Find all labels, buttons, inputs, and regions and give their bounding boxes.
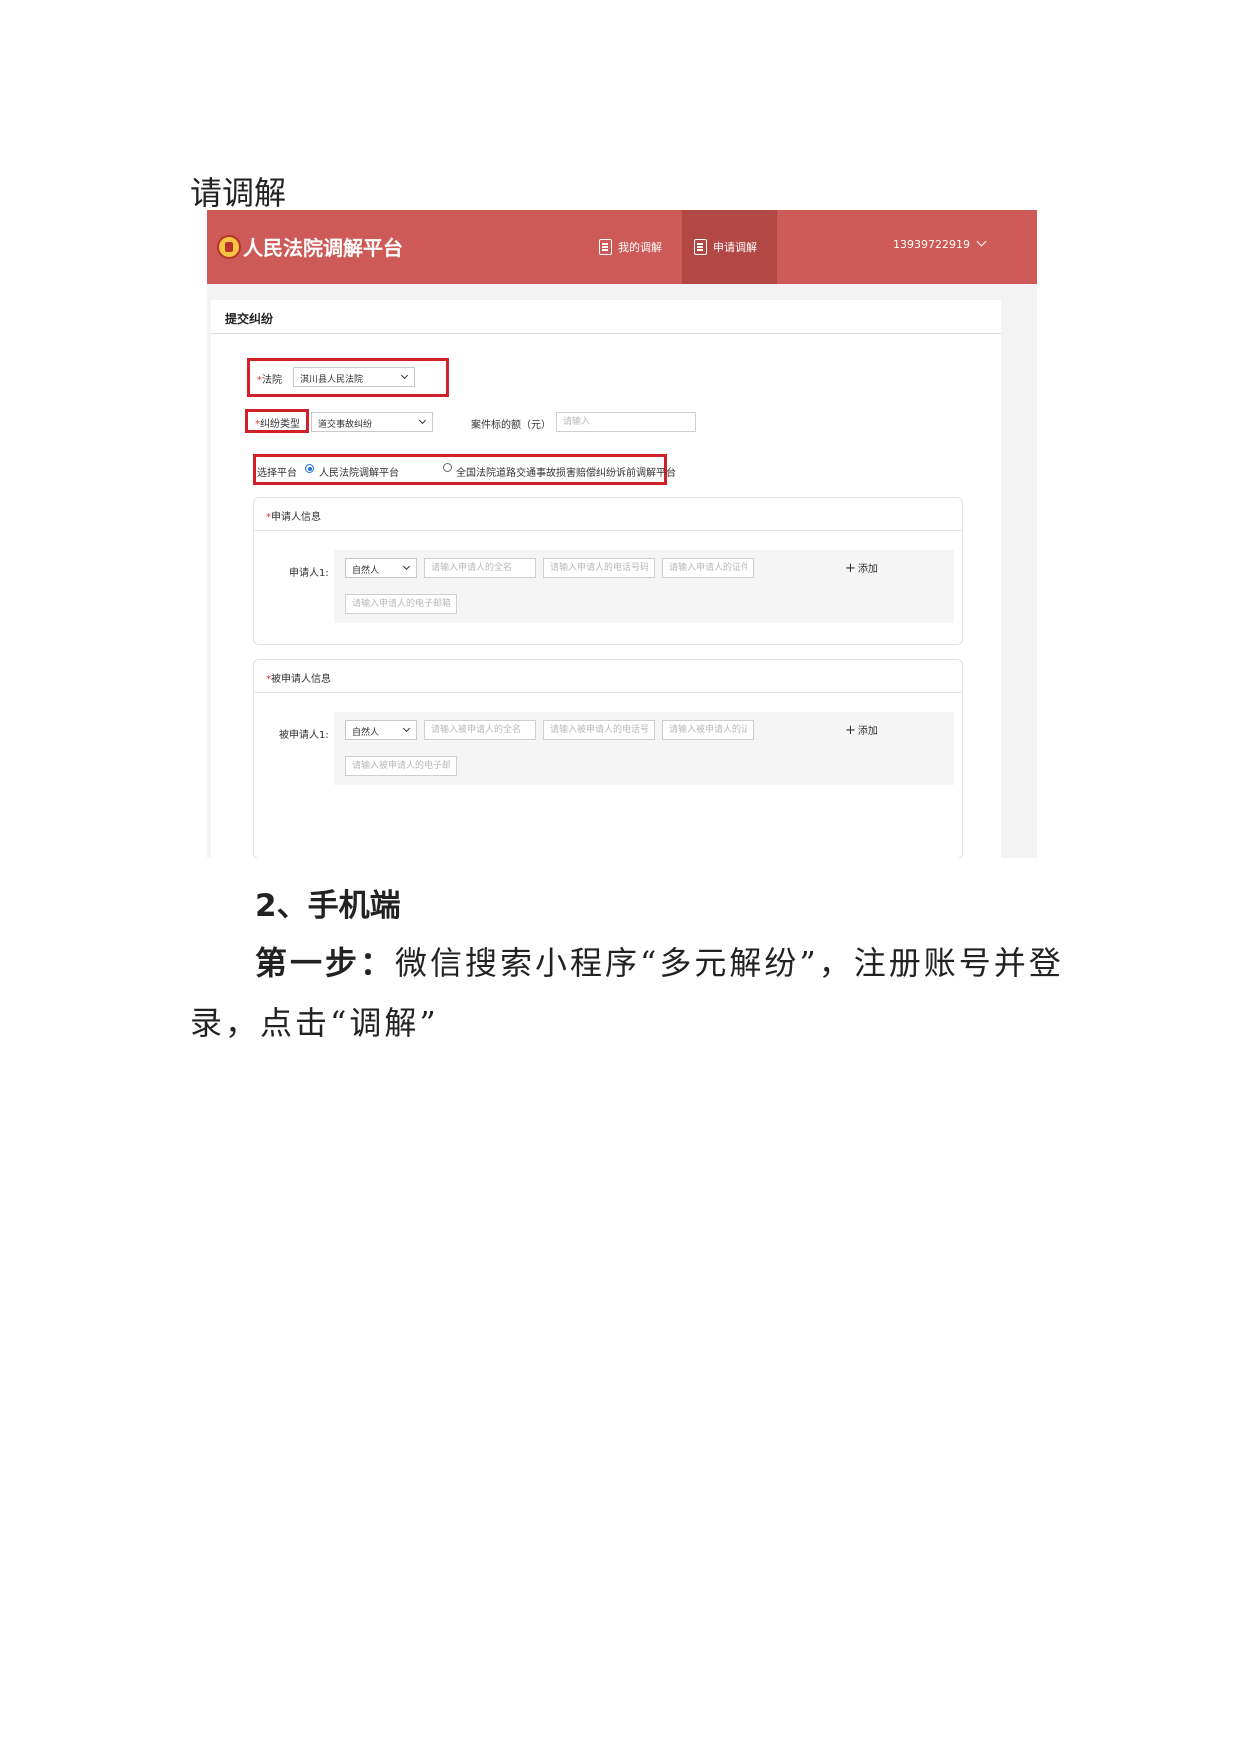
court-select[interactable]: 淇川县人民法院 <box>293 367 415 387</box>
applicant-name-input[interactable] <box>424 558 536 578</box>
respondent-title: *被申请人信息 <box>266 674 331 685</box>
divider <box>254 530 962 531</box>
applicant-type-select[interactable]: 自然人 <box>345 558 417 578</box>
top-nav-bar: 人民法院调解平台 我的调解 申请调解 13939722919 <box>207 210 1037 284</box>
app-screenshot: 人民法院调解平台 我的调解 申请调解 13939722919 提交纠纷 *法院 … <box>207 210 1037 858</box>
plus-icon: + <box>845 561 856 576</box>
applicant-card: *申请人信息 申请人1: 自然人 +添加 <box>253 497 963 645</box>
dispute-type-select[interactable]: 道交事故纠纷 <box>311 412 433 432</box>
platform-label: 选择平台 <box>257 468 297 479</box>
applicant-title: *申请人信息 <box>266 512 321 523</box>
chevron-down-icon <box>976 236 987 247</box>
applicant-row-label: 申请人1: <box>289 568 329 579</box>
type-label: *纠纷类型 <box>255 419 300 430</box>
applicant-email-input[interactable] <box>345 594 457 614</box>
step1-label: 第一步： <box>255 944 396 982</box>
user-phone: 13939722919 <box>893 238 970 251</box>
respondent-add-button[interactable]: + 添加 <box>845 722 878 738</box>
section-heading-mobile: 2、手机端 <box>255 888 401 924</box>
applicant-add-button[interactable]: + 添加 <box>845 560 878 576</box>
user-menu[interactable]: 13939722919 <box>893 236 987 251</box>
court-emblem-icon <box>217 235 241 259</box>
court-label: *法院 <box>257 375 282 386</box>
respondent-card: *被申请人信息 被申请人1: 自然人 +添加 <box>253 659 963 858</box>
step1-continuation: 录，点击“调解” <box>190 1004 439 1042</box>
submit-dispute-panel: 提交纠纷 *法院 淇川县人民法院 *纠纷类型 道交事故纠纷 案件标的额（元） 选… <box>211 300 1001 858</box>
amount-label: 案件标的额（元） <box>471 420 551 431</box>
respondent-row-label: 被申请人1: <box>279 730 329 741</box>
respondent-name-input[interactable] <box>424 720 536 740</box>
amount-input[interactable] <box>556 412 696 432</box>
panel-title: 提交纠纷 <box>225 312 274 326</box>
divider <box>211 333 1001 334</box>
respondent-id-input[interactable] <box>662 720 754 740</box>
respondent-row: 自然人 +添加 <box>334 712 954 785</box>
applicant-id-input[interactable] <box>662 558 754 578</box>
platform-option-2[interactable]: 全国法院道路交通事故损害赔偿纠纷诉前调解平台 <box>456 464 676 479</box>
divider <box>254 692 962 693</box>
nav-apply-mediation[interactable]: 申请调解 <box>682 210 777 284</box>
plus-icon: + <box>845 723 856 738</box>
applicant-phone-input[interactable] <box>543 558 655 578</box>
nav-my-mediation-label: 我的调解 <box>618 241 662 254</box>
radio-platform-1[interactable] <box>305 464 314 473</box>
radio-platform-2[interactable] <box>443 463 452 472</box>
nav-apply-mediation-label: 申请调解 <box>713 241 757 254</box>
app-brand[interactable]: 人民法院调解平台 <box>243 232 403 261</box>
doc-heading: 请调解 <box>190 174 287 212</box>
respondent-phone-input[interactable] <box>543 720 655 740</box>
applicant-row: 自然人 +添加 <box>334 550 954 623</box>
document-icon <box>599 239 612 255</box>
step1-paragraph: 第一步：微信搜索小程序“多元解纷”，注册账号并登 <box>255 938 1064 984</box>
platform-option-1[interactable]: 人民法院调解平台 <box>319 464 399 479</box>
respondent-type-select[interactable]: 自然人 <box>345 720 417 740</box>
nav-my-mediation[interactable]: 我的调解 <box>587 210 687 284</box>
step1-text: 微信搜索小程序“多元解纷”，注册账号并登 <box>395 944 1064 982</box>
respondent-email-input[interactable] <box>345 756 457 776</box>
form-icon <box>694 239 707 255</box>
